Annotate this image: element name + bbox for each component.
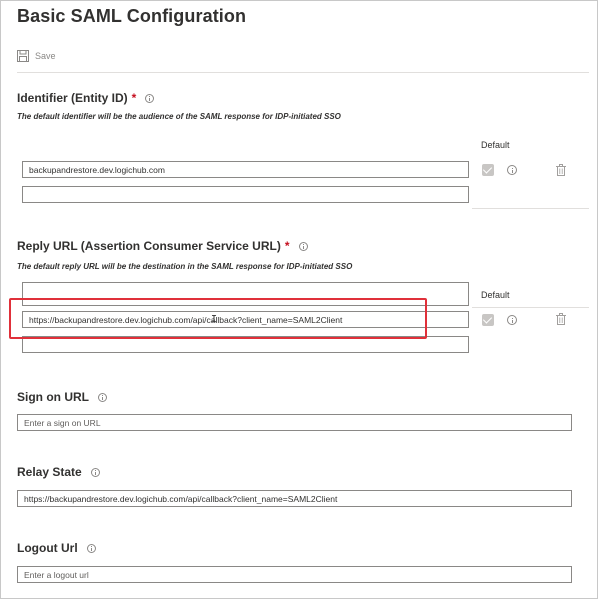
identifier-label: Identifier (Entity ID) — [17, 91, 128, 105]
logout-url-label: Logout Url — [17, 541, 78, 555]
identifier-section-title: Identifier (Entity ID) * — [17, 91, 155, 105]
sign-on-url-input[interactable]: Enter a sign on URL — [17, 414, 572, 431]
reply-url-section-title: Reply URL (Assertion Consumer Service UR… — [17, 239, 308, 253]
divider — [17, 72, 589, 73]
default-column-header: Default — [481, 290, 510, 300]
info-icon[interactable] — [507, 165, 517, 175]
info-icon[interactable] — [90, 467, 100, 477]
identifier-description: The default identifier will be the audie… — [17, 112, 341, 121]
logout-url-input[interactable]: Enter a logout url — [17, 566, 572, 583]
toolbar: Save — [17, 50, 56, 62]
delete-icon[interactable] — [556, 164, 566, 176]
text-cursor-icon: I — [211, 314, 218, 325]
identifier-input-1[interactable]: backupandrestore.dev.logichub.com — [22, 161, 469, 178]
highlight-box — [9, 298, 427, 339]
default-checkbox[interactable] — [482, 164, 494, 176]
relay-state-section-title: Relay State — [17, 465, 100, 479]
default-checkbox[interactable] — [482, 314, 494, 326]
identifier-input-2[interactable] — [22, 186, 469, 203]
reply-url-description: The default reply URL will be the destin… — [17, 262, 353, 271]
reply-url-label: Reply URL (Assertion Consumer Service UR… — [17, 239, 281, 253]
save-button[interactable]: Save — [35, 51, 56, 61]
sign-on-url-section-title: Sign on URL — [17, 390, 107, 404]
divider — [472, 208, 589, 209]
required-marker: * — [131, 91, 137, 105]
delete-icon[interactable] — [556, 313, 566, 325]
divider — [472, 307, 589, 308]
required-marker: * — [284, 239, 290, 253]
sign-on-url-label: Sign on URL — [17, 390, 89, 404]
relay-state-label: Relay State — [17, 465, 82, 479]
info-icon[interactable] — [298, 241, 308, 251]
info-icon[interactable] — [98, 392, 107, 402]
default-column-header: Default — [481, 140, 510, 150]
relay-state-input[interactable]: https://backupandrestore.dev.logichub.co… — [17, 490, 572, 507]
info-icon[interactable] — [86, 543, 96, 553]
info-icon[interactable] — [507, 315, 517, 325]
logout-url-section-title: Logout Url — [17, 541, 96, 555]
info-icon[interactable] — [145, 93, 155, 103]
page-title: Basic SAML Configuration — [17, 6, 247, 26]
save-icon[interactable] — [17, 50, 29, 62]
